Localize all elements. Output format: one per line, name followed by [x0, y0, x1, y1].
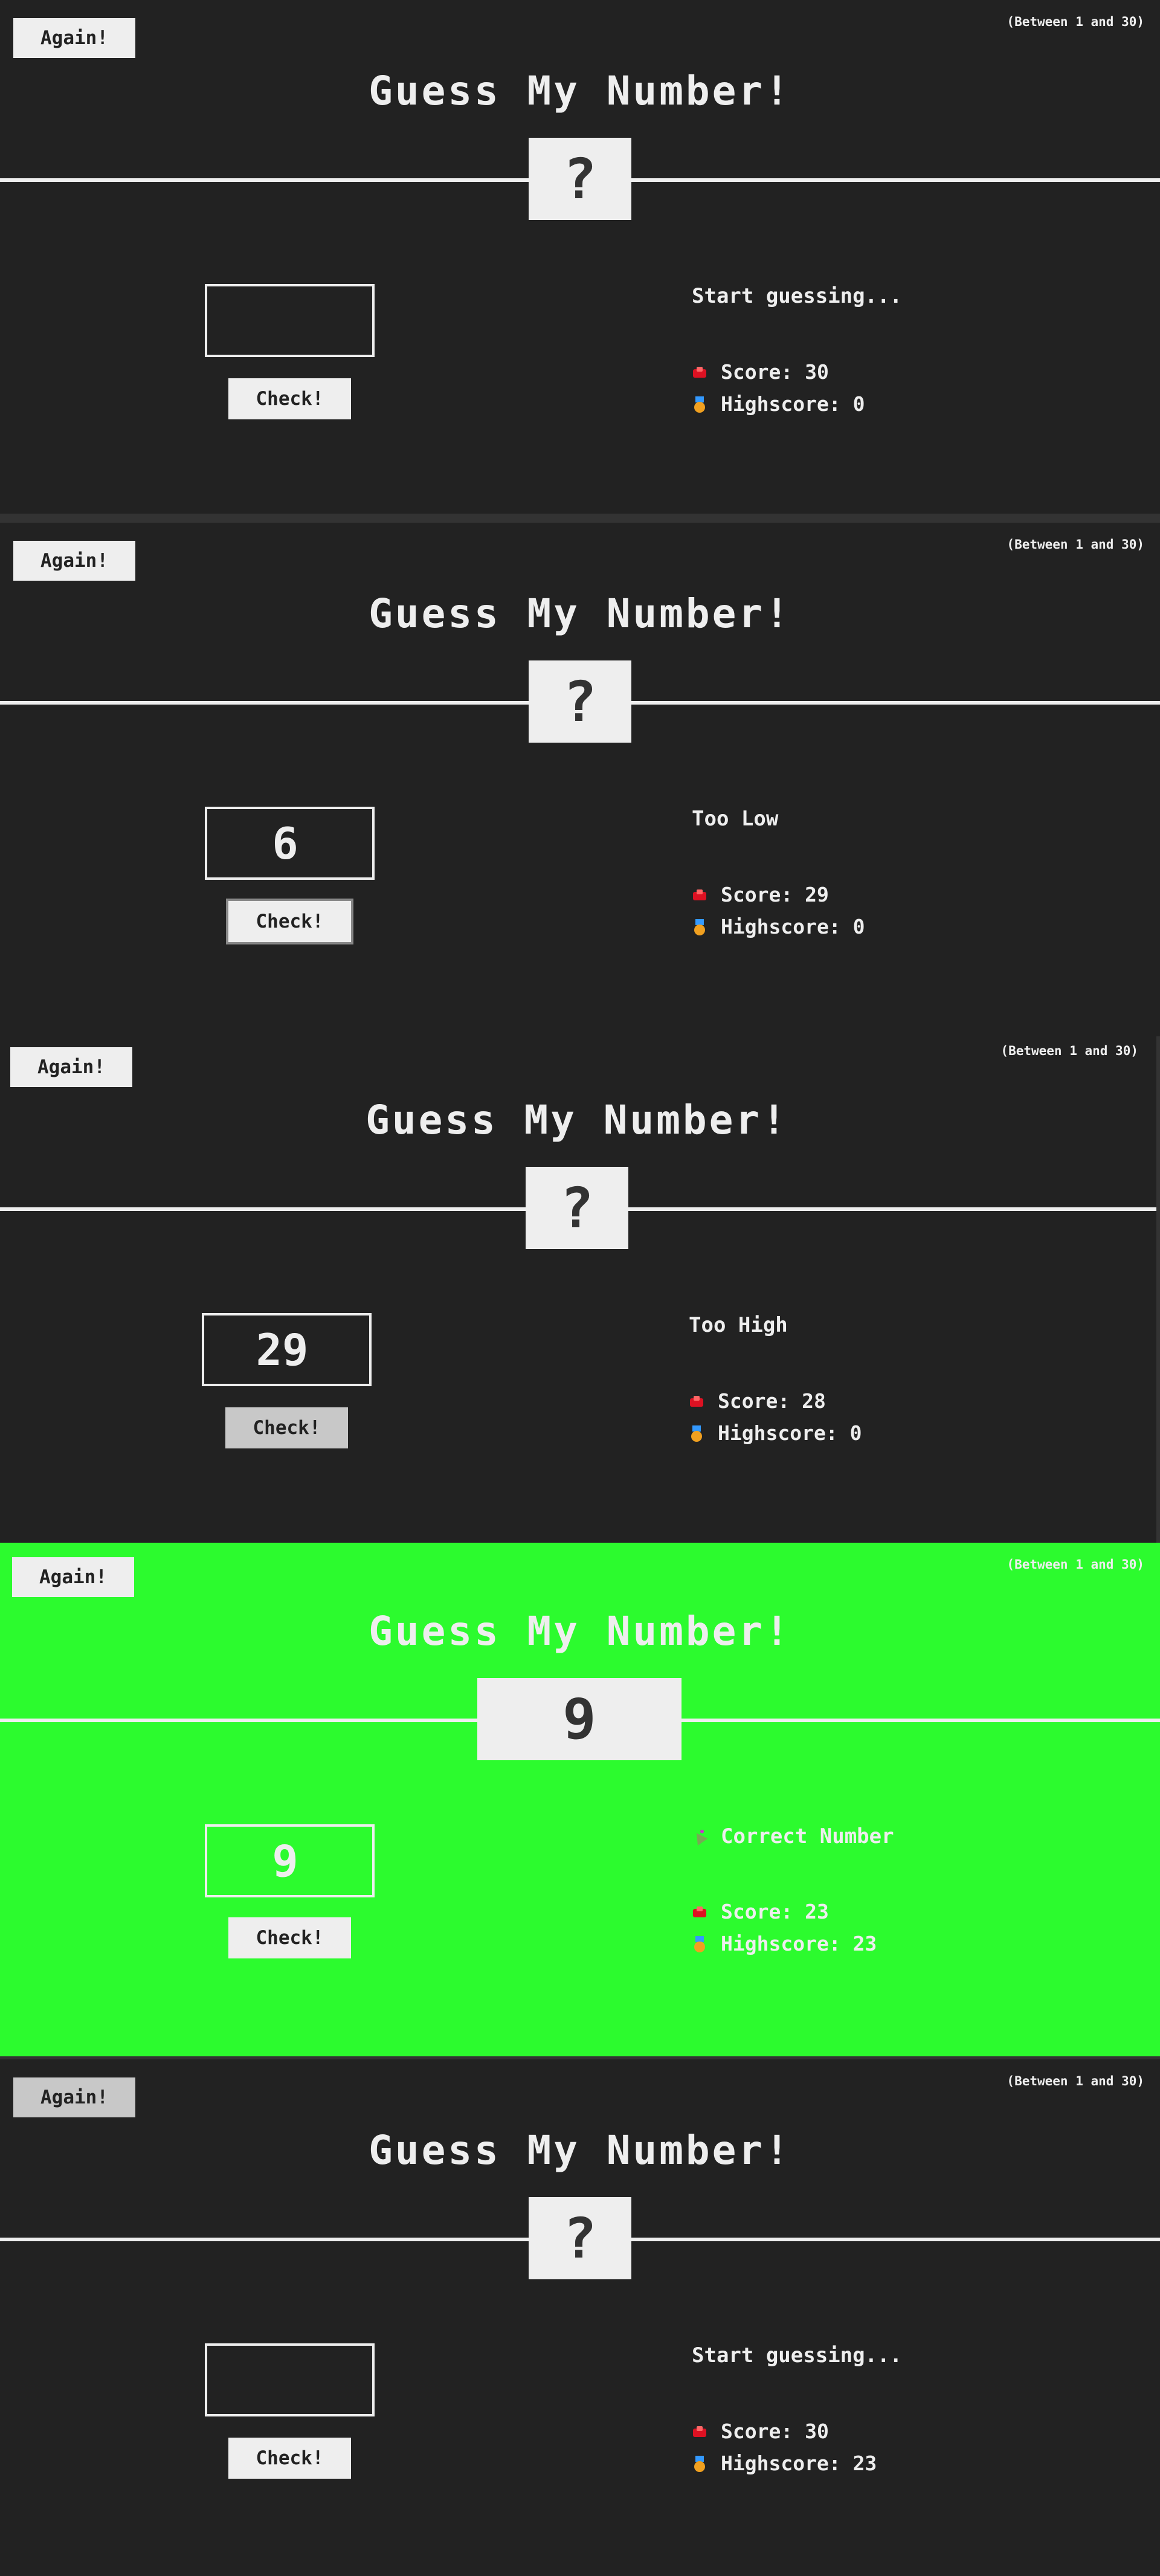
game-screen-initial: Again! (Between 1 and 30) Guess My Numbe… [0, 0, 1160, 514]
page-title: Guess My Number! [369, 68, 791, 114]
highscore-value: 0 [852, 915, 865, 938]
check-button[interactable]: Check! [228, 2438, 351, 2479]
check-button[interactable]: Check! [226, 899, 353, 944]
check-button[interactable]: Check! [225, 1407, 348, 1448]
message: Correct Number [721, 1824, 894, 1848]
highscore-label: Highscore: [721, 2452, 841, 2475]
score-value: 23 [805, 1900, 829, 1923]
score-line: Score: 28 [689, 1389, 826, 1413]
page-title: Guess My Number! [366, 1097, 788, 1143]
highscore-value: 23 [852, 1932, 877, 1955]
again-button[interactable]: Again! [13, 541, 135, 581]
medal-icon [692, 1935, 707, 1952]
game-screen-reset: Again! (Between 1 and 30) Guess My Numbe… [0, 2059, 1160, 2576]
game-screen-too-high: Again! (Between 1 and 30) Guess My Numbe… [0, 1029, 1156, 1543]
check-button[interactable]: Check! [228, 378, 351, 419]
secret-number: ? [529, 138, 631, 220]
score-value: 30 [805, 360, 829, 384]
score-value: 30 [805, 2419, 829, 2443]
party-popper-icon [692, 1829, 707, 1844]
guess-input[interactable] [205, 807, 375, 880]
highscore-label: Highscore: [721, 915, 841, 938]
highscore-line: Highscore: 0 [692, 392, 865, 416]
message: Too Low [692, 807, 779, 831]
secret-number: 9 [477, 1678, 682, 1760]
highscore-value: 0 [849, 1421, 862, 1445]
again-button[interactable]: Again! [13, 2077, 135, 2117]
secret-number: ? [529, 660, 631, 743]
score-chart-icon [689, 1393, 704, 1409]
again-button[interactable]: Again! [10, 1047, 132, 1087]
highscore-label: Highscore: [721, 392, 841, 416]
guess-input[interactable] [202, 1313, 372, 1386]
score-label: Score: [721, 883, 793, 906]
message-line: Correct Number [692, 1824, 894, 1848]
score-label: Score: [721, 1900, 793, 1923]
highscore-line: Highscore: 23 [692, 2452, 877, 2475]
score-line: Score: 30 [692, 2419, 829, 2443]
score-label: Score: [718, 1389, 790, 1413]
page-title: Guess My Number! [369, 2127, 791, 2174]
highscore-label: Highscore: [721, 1932, 841, 1955]
game-screen-correct: Again! (Between 1 and 30) Guess My Numbe… [0, 1543, 1160, 2056]
message: Start guessing... [692, 2343, 902, 2368]
secret-number: ? [529, 2197, 631, 2279]
range-hint: (Between 1 and 30) [1000, 1044, 1138, 1058]
message: Too High [689, 1313, 788, 1337]
score-chart-icon [692, 364, 707, 380]
medal-icon [692, 2455, 707, 2472]
score-chart-icon [692, 2424, 707, 2439]
page-title: Guess My Number! [369, 590, 791, 637]
range-hint: (Between 1 and 30) [1007, 2074, 1144, 2088]
check-button[interactable]: Check! [228, 1917, 351, 1958]
score-line: Score: 29 [692, 883, 829, 906]
again-button[interactable]: Again! [13, 18, 135, 58]
game-screen-too-low: Again! (Between 1 and 30) Guess My Numbe… [0, 523, 1160, 1036]
highscore-value: 23 [852, 2452, 877, 2475]
highscore-line: Highscore: 0 [692, 915, 865, 938]
range-hint: (Between 1 and 30) [1007, 1557, 1144, 1572]
highscore-value: 0 [852, 392, 865, 416]
score-line: Score: 23 [692, 1900, 829, 1923]
medal-icon [689, 1425, 704, 1442]
again-button[interactable]: Again! [12, 1557, 134, 1597]
score-chart-icon [692, 1904, 707, 1920]
score-line: Score: 30 [692, 360, 829, 384]
highscore-label: Highscore: [718, 1421, 838, 1445]
guess-input[interactable] [205, 2343, 375, 2416]
range-hint: (Between 1 and 30) [1007, 537, 1144, 552]
score-value: 29 [805, 883, 829, 906]
score-chart-icon [692, 887, 707, 903]
secret-number: ? [526, 1167, 628, 1249]
message: Start guessing... [692, 284, 902, 308]
highscore-line: Highscore: 23 [692, 1932, 877, 1955]
highscore-line: Highscore: 0 [689, 1421, 862, 1445]
range-hint: (Between 1 and 30) [1007, 15, 1144, 29]
medal-icon [692, 918, 707, 935]
page-title: Guess My Number! [369, 1608, 791, 1654]
guess-input[interactable] [205, 1824, 375, 1897]
medal-icon [692, 396, 707, 413]
guess-input[interactable] [205, 284, 375, 357]
score-label: Score: [721, 2419, 793, 2443]
score-value: 28 [802, 1389, 826, 1413]
score-label: Score: [721, 360, 793, 384]
